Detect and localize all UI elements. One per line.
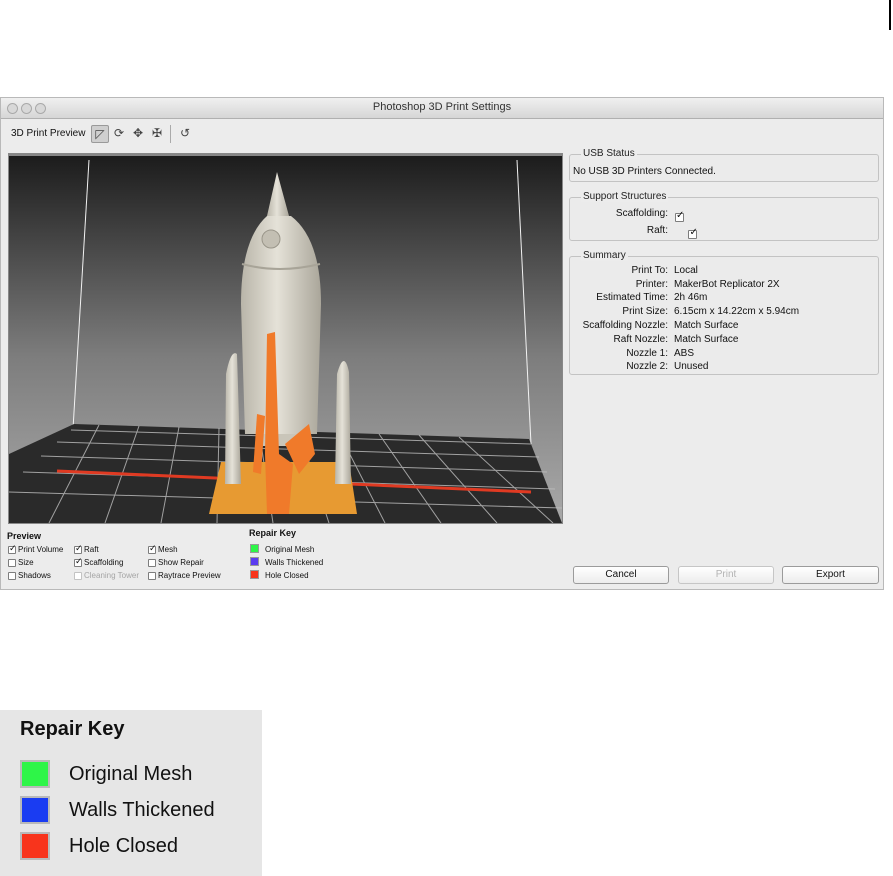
rotate-icon[interactable]: ⟳ — [110, 125, 128, 143]
print-volume-option[interactable]: Print Volume — [8, 543, 63, 554]
print-volume-checkbox[interactable] — [8, 543, 17, 554]
summary-value: 6.15cm x 14.22cm x 5.94cm — [674, 306, 800, 317]
summary-label: Nozzle 1: — [626, 348, 668, 359]
shadows-checkbox[interactable] — [8, 571, 16, 580]
toolbar: 3D Print Preview ◸ ⟳ ✥ ✠ ↺ — [1, 119, 883, 147]
repair-key-zoom: Repair Key Original Mesh Walls Thickened… — [0, 710, 262, 876]
preview-label: 3D Print Preview — [11, 128, 86, 139]
cancel-button[interactable]: Cancel — [573, 566, 669, 584]
3d-print-preview-viewport[interactable] — [8, 153, 563, 524]
walls-thickened-zoom-swatch — [20, 796, 50, 824]
raft-checkbox[interactable] — [688, 227, 698, 240]
original-mesh-zoom-swatch — [20, 760, 50, 788]
repair-key-zoom-title: Repair Key — [20, 718, 125, 740]
summary-title: Summary — [581, 250, 628, 261]
raft-label: Raft: — [646, 225, 668, 236]
scaffolding-preview-checkbox[interactable] — [74, 556, 83, 567]
summary-label: Nozzle 2: — [626, 361, 668, 372]
original-mesh-label: Original Mesh — [265, 545, 315, 554]
cleaning-tower-option: Cleaning Tower — [74, 571, 139, 580]
size-option[interactable]: Size — [8, 558, 34, 567]
summary-value: MakerBot Replicator 2X — [674, 279, 780, 290]
raytrace-preview-option[interactable]: Raytrace Preview — [148, 571, 221, 580]
summary-value: 2h 46m — [674, 292, 708, 303]
slide-icon[interactable]: ✠ — [148, 125, 166, 143]
print-button[interactable]: Print — [678, 566, 774, 584]
walls-thickened-label: Walls Thickened — [265, 558, 324, 567]
usb-status-title: USB Status — [581, 148, 637, 159]
title-bar: Photoshop 3D Print Settings — [1, 98, 883, 119]
usb-status-text: No USB 3D Printers Connected. — [573, 166, 716, 177]
summary-label: Print To: — [631, 265, 669, 276]
summary-value: Unused — [674, 361, 709, 372]
summary-value: Match Surface — [674, 320, 739, 331]
view-icon[interactable]: ◸ — [91, 125, 109, 143]
export-button[interactable]: Export — [782, 566, 879, 584]
hole-closed-zoom-swatch — [20, 832, 50, 860]
summary-value: Match Surface — [674, 334, 739, 345]
scaffolding-label: Scaffolding: — [615, 208, 668, 219]
cleaning-tower-checkbox — [74, 571, 82, 580]
support-structures-title: Support Structures — [581, 191, 669, 202]
window-title: Photoshop 3D Print Settings — [372, 101, 512, 113]
summary-value: ABS — [674, 348, 695, 359]
support-structures-group: Support Structures Scaffolding: Raft: — [569, 191, 879, 241]
mesh-checkbox[interactable] — [148, 543, 157, 554]
summary-label: Print Size: — [622, 306, 668, 317]
mesh-option[interactable]: Mesh — [148, 543, 178, 554]
shadows-option[interactable]: Shadows — [8, 571, 51, 580]
walls-thickened-swatch — [250, 557, 259, 566]
toolbar-separator — [170, 125, 171, 143]
window-edge — [889, 0, 891, 30]
print-settings-window: Photoshop 3D Print Settings 3D Print Pre… — [0, 97, 884, 590]
scaffolding-option[interactable]: Scaffolding — [74, 556, 123, 567]
raytrace-preview-checkbox[interactable] — [148, 571, 156, 580]
summary-label: Estimated Time: — [596, 292, 668, 303]
hole-closed-swatch — [250, 570, 259, 579]
preview-section-title: Preview — [7, 531, 42, 541]
hole-closed-zoom-label: Hole Closed — [69, 835, 178, 857]
summary-label: Scaffolding Nozzle: — [582, 320, 668, 331]
walls-thickened-zoom-label: Walls Thickened — [69, 799, 215, 821]
raft-option[interactable]: Raft — [74, 543, 99, 554]
hole-closed-label: Hole Closed — [265, 571, 309, 580]
summary-label: Printer: — [635, 279, 668, 290]
reset-icon[interactable]: ↺ — [176, 125, 194, 143]
repair-key-title: Repair Key — [249, 528, 297, 538]
usb-status-group: USB Status No USB 3D Printers Connected. — [569, 148, 879, 182]
summary-label: Raft Nozzle: — [613, 334, 668, 345]
pan-icon[interactable]: ✥ — [129, 125, 147, 143]
summary-value: Local — [674, 265, 698, 276]
show-repair-option[interactable]: Show Repair — [148, 558, 204, 567]
size-checkbox[interactable] — [8, 558, 16, 567]
summary-group: Summary Print To: Local Printer: MakerBo… — [569, 250, 879, 375]
original-mesh-zoom-label: Original Mesh — [69, 763, 193, 785]
show-repair-checkbox[interactable] — [148, 558, 156, 567]
scaffolding-checkbox[interactable] — [675, 210, 684, 223]
original-mesh-swatch — [250, 544, 259, 553]
raft-preview-checkbox[interactable] — [74, 543, 83, 554]
